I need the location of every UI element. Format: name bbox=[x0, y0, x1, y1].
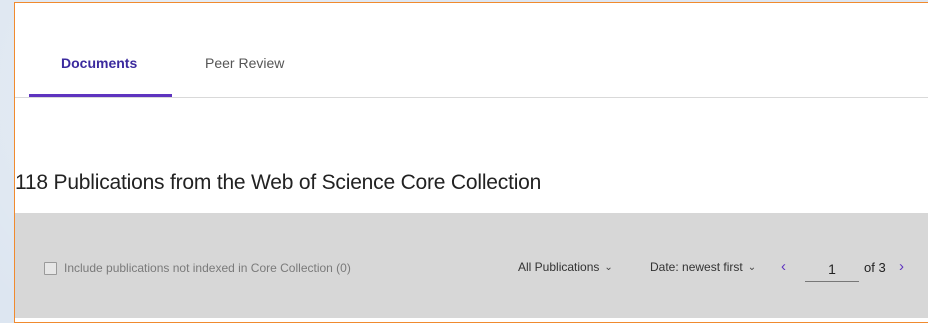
page-title: 118 Publications from the Web of Science… bbox=[15, 171, 542, 194]
result-controls: All Publications ⌄ Date: newest first ⌄ … bbox=[15, 257, 928, 282]
tab-documents[interactable]: Documents bbox=[61, 55, 137, 71]
chevron-right-icon[interactable]: › bbox=[899, 258, 904, 275]
chevron-left-icon[interactable]: ‹ bbox=[781, 258, 786, 275]
publications-panel: Documents Peer Review 118 Publications f… bbox=[14, 2, 928, 323]
publications-filter-dropdown[interactable]: All Publications ⌄ bbox=[518, 260, 613, 274]
sort-dropdown[interactable]: Date: newest first ⌄ bbox=[650, 260, 756, 274]
chevron-down-icon: ⌄ bbox=[747, 261, 757, 273]
filter-bar: Include publications not indexed in Core… bbox=[15, 213, 928, 318]
chevron-down-icon: ⌄ bbox=[604, 261, 613, 273]
tab-bar: Documents Peer Review bbox=[15, 3, 928, 98]
page-number-input[interactable] bbox=[805, 257, 859, 282]
active-tab-indicator bbox=[29, 94, 172, 97]
publications-filter-label: All Publications bbox=[518, 260, 600, 274]
page-count: of 3 bbox=[864, 260, 886, 275]
sort-label: Date: newest first bbox=[650, 260, 743, 274]
tab-peer-review[interactable]: Peer Review bbox=[205, 55, 284, 71]
